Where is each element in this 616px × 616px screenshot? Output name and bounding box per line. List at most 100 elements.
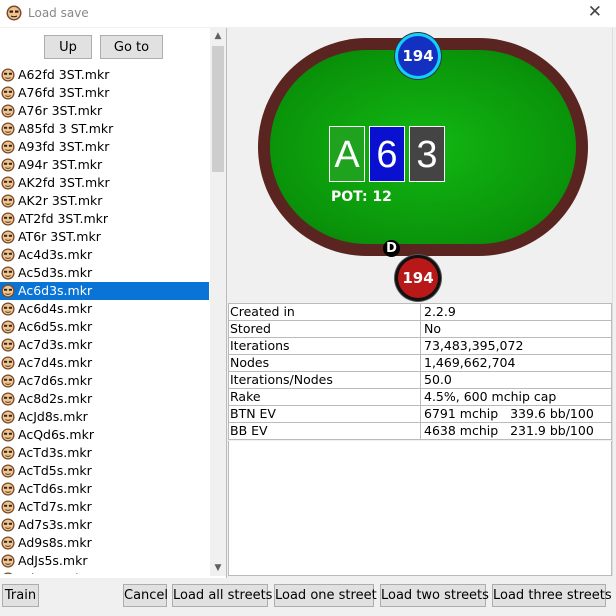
file-icon bbox=[1, 482, 15, 496]
file-icon bbox=[1, 356, 15, 370]
info-key: Iterations/Nodes bbox=[228, 371, 421, 389]
file-list-item[interactable]: Ac7d4s.mkr bbox=[0, 354, 209, 372]
file-name: A62fd 3ST.mkr bbox=[18, 67, 110, 82]
file-list-item[interactable]: AcJd8s.mkr bbox=[0, 408, 209, 426]
file-name: AcTd6s.mkr bbox=[18, 481, 92, 496]
file-list-item[interactable]: A85fd 3 ST.mkr bbox=[0, 120, 209, 138]
file-name: AT6r 3ST.mkr bbox=[18, 229, 101, 244]
file-icon bbox=[1, 284, 15, 298]
file-list-item[interactable]: AdJs8s.mkr bbox=[0, 570, 209, 574]
file-list-scrollbar[interactable]: ▲ ▼ bbox=[210, 28, 226, 576]
file-icon bbox=[1, 68, 15, 82]
cancel-button[interactable]: Cancel bbox=[123, 584, 168, 607]
file-list[interactable]: A62fd 3ST.mkr A76fd 3ST.mkr A76r 3ST.mkr A8… bbox=[0, 66, 209, 574]
file-list-item[interactable]: A62fd 3ST.mkr bbox=[0, 66, 209, 84]
file-name: Ac8d2s.mkr bbox=[18, 391, 93, 406]
info-key: Nodes bbox=[228, 354, 421, 372]
goto-button[interactable]: Go to bbox=[100, 35, 163, 59]
board-card: 6 bbox=[369, 126, 405, 182]
file-name: AT2fd 3ST.mkr bbox=[18, 211, 109, 226]
info-value: 50.0 bbox=[420, 371, 612, 389]
file-list-item[interactable]: Ac6d5s.mkr bbox=[0, 318, 209, 336]
file-list-item[interactable]: Ac7d3s.mkr bbox=[0, 336, 209, 354]
file-list-item[interactable]: Ac7d6s.mkr bbox=[0, 372, 209, 390]
file-list-item[interactable]: AK2r 3ST.mkr bbox=[0, 192, 209, 210]
file-icon bbox=[1, 428, 15, 442]
file-list-item[interactable]: AK2fd 3ST.mkr bbox=[0, 174, 209, 192]
file-list-item[interactable]: A94r 3ST.mkr bbox=[0, 156, 209, 174]
file-name: Ac7d3s.mkr bbox=[18, 337, 93, 352]
file-name: AcTd7s.mkr bbox=[18, 499, 92, 514]
file-name: A93fd 3ST.mkr bbox=[18, 139, 110, 154]
file-list-item[interactable]: Ac6d3s.mkr bbox=[0, 282, 209, 300]
scroll-down-icon[interactable]: ▼ bbox=[210, 560, 226, 576]
file-icon bbox=[1, 266, 15, 280]
file-name: AdJs8s.mkr bbox=[18, 570, 87, 574]
file-icon bbox=[1, 338, 15, 352]
file-list-item[interactable]: A93fd 3ST.mkr bbox=[0, 138, 209, 156]
file-list-item[interactable]: A76fd 3ST.mkr bbox=[0, 84, 209, 102]
file-list-item[interactable]: AdJs5s.mkr bbox=[0, 552, 209, 570]
info-key: Created in bbox=[228, 303, 421, 321]
save-info-table: Created in 2.2.9 Stored No Iterations 73,483,… bbox=[228, 303, 612, 440]
file-icon bbox=[1, 140, 15, 154]
file-icon bbox=[1, 122, 15, 136]
info-row: Rake 4.5%, 600 mchip cap bbox=[228, 388, 612, 406]
file-list-item[interactable]: Ac4d3s.mkr bbox=[0, 246, 209, 264]
window-edge bbox=[612, 28, 616, 576]
close-icon[interactable]: ✕ bbox=[588, 2, 602, 22]
load-one-street-button[interactable]: Load one street bbox=[274, 584, 377, 607]
file-icon bbox=[1, 518, 15, 532]
info-row: Nodes 1,469,662,704 bbox=[228, 354, 612, 372]
file-list-item[interactable]: AcTd5s.mkr bbox=[0, 462, 209, 480]
info-row: BB EV 4638 mchip 231.9 bb/100 bbox=[228, 422, 612, 440]
file-list-item[interactable]: AT6r 3ST.mkr bbox=[0, 228, 209, 246]
file-name: AcTd5s.mkr bbox=[18, 463, 92, 478]
file-list-item[interactable]: Ad9s8s.mkr bbox=[0, 534, 209, 552]
info-value: No bbox=[420, 320, 612, 338]
file-icon bbox=[1, 194, 15, 208]
file-list-item[interactable]: AcTd6s.mkr bbox=[0, 480, 209, 498]
window-title: Load save bbox=[28, 6, 89, 20]
load-all-streets-button[interactable]: Load all streets bbox=[172, 584, 272, 607]
file-list-item[interactable]: AcQd6s.mkr bbox=[0, 426, 209, 444]
file-icon bbox=[1, 536, 15, 550]
info-value: 6791 mchip 339.6 bb/100 bbox=[420, 405, 612, 423]
info-value: 4.5%, 600 mchip cap bbox=[420, 388, 612, 406]
file-icon bbox=[1, 104, 15, 118]
file-list-item[interactable]: Ac5d3s.mkr bbox=[0, 264, 209, 282]
file-icon bbox=[3, 572, 13, 574]
file-icon bbox=[1, 410, 15, 424]
file-icon bbox=[1, 500, 15, 514]
bottom-stack-chip: 194 bbox=[398, 258, 438, 298]
train-button[interactable]: Train bbox=[2, 584, 39, 607]
file-list-item[interactable]: Ad7s3s.mkr bbox=[0, 516, 209, 534]
file-name: Ac6d4s.mkr bbox=[18, 301, 93, 316]
file-name: A76fd 3ST.mkr bbox=[18, 85, 110, 100]
file-list-item[interactable]: AT2fd 3ST.mkr bbox=[0, 210, 209, 228]
file-list-item[interactable]: Ac8d2s.mkr bbox=[0, 390, 209, 408]
file-icon bbox=[1, 230, 15, 244]
info-value: 1,469,662,704 bbox=[420, 354, 612, 372]
scroll-thumb[interactable] bbox=[212, 46, 224, 172]
file-list-item[interactable]: AcTd7s.mkr bbox=[0, 498, 209, 516]
file-list-item[interactable]: A76r 3ST.mkr bbox=[0, 102, 209, 120]
bottom-bar: Train Cancel Load all streets Load one s… bbox=[0, 578, 616, 616]
info-key: BB EV bbox=[228, 422, 421, 440]
scroll-up-icon[interactable]: ▲ bbox=[210, 28, 226, 44]
info-row: Stored No bbox=[228, 320, 612, 338]
up-button[interactable]: Up bbox=[44, 35, 92, 59]
file-name: Ac6d5s.mkr bbox=[18, 319, 93, 334]
file-name: AK2fd 3ST.mkr bbox=[18, 175, 110, 190]
file-icon bbox=[1, 446, 15, 460]
board-card: A bbox=[329, 126, 365, 182]
file-name: Ad7s3s.mkr bbox=[18, 517, 92, 532]
board-card: 3 bbox=[409, 126, 445, 182]
file-list-item[interactable]: AcTd3s.mkr bbox=[0, 444, 209, 462]
load-three-streets-button[interactable]: Load three streets bbox=[492, 584, 612, 607]
file-icon bbox=[1, 176, 15, 190]
file-name: Ac5d3s.mkr bbox=[18, 265, 93, 280]
file-list-item[interactable]: Ac6d4s.mkr bbox=[0, 300, 209, 318]
load-two-streets-button[interactable]: Load two streets bbox=[380, 584, 489, 607]
file-icon bbox=[1, 248, 15, 262]
